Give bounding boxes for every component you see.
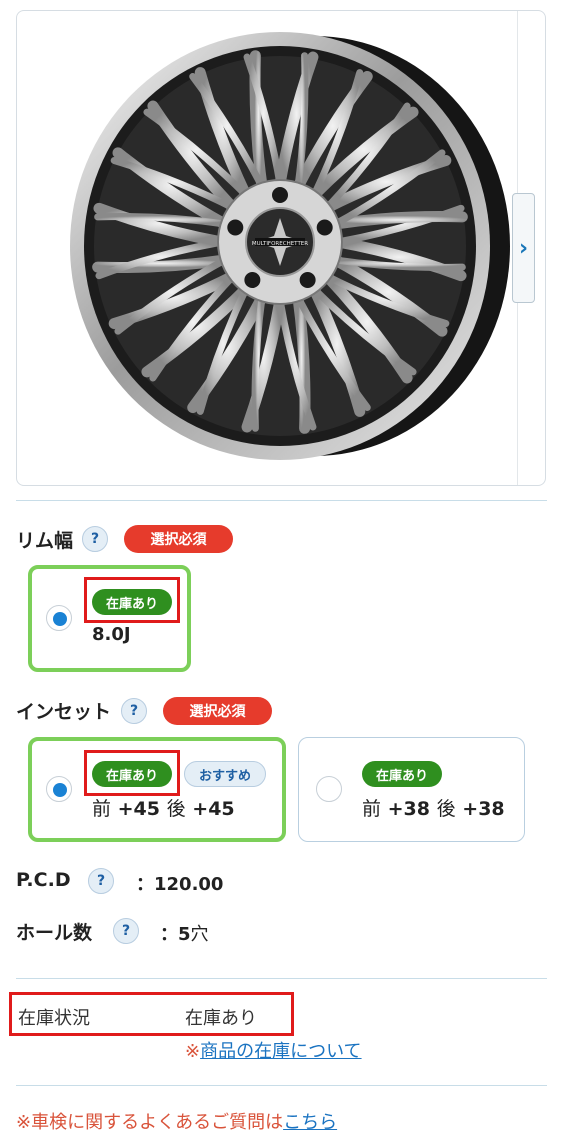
rim-width-label: リム幅 <box>16 530 74 552</box>
stock-badge: 在庫あり <box>362 761 442 787</box>
lug-hole <box>227 219 244 236</box>
stock-info-link[interactable]: 商品の在庫について <box>200 1041 361 1062</box>
inset-help-icon[interactable]: ? <box>121 698 147 724</box>
inset-radio-45[interactable] <box>46 776 72 802</box>
faq-text: ※車検に関するよくあるご質問は <box>16 1112 284 1133</box>
rim-width-value: 8.0J <box>92 624 131 645</box>
note-prefix: ※ <box>185 1041 201 1062</box>
required-badge: 選択必須 <box>163 697 272 725</box>
pcd-help-icon[interactable]: ? <box>88 868 114 894</box>
recommend-badge: おすすめ <box>184 761 266 787</box>
holes-label: ホール数 <box>16 922 93 944</box>
pcd-separator: ： <box>136 874 154 895</box>
required-badge: 選択必須 <box>124 525 233 553</box>
holes-number: 5 <box>178 924 191 945</box>
divider <box>16 1085 547 1086</box>
gallery-next-button[interactable]: › <box>512 193 535 303</box>
rear-value: +45 <box>192 798 235 820</box>
divider <box>16 978 547 979</box>
faq-link[interactable]: こちら <box>283 1112 337 1133</box>
wheel-product-image[interactable]: MULTIFORECHETTER <box>52 20 522 480</box>
stock-badge: 在庫あり <box>92 589 172 615</box>
stock-note: ※商品の在庫について <box>185 1037 362 1063</box>
holes-help-icon[interactable]: ? <box>113 918 139 944</box>
inset-value-38: 前 +38 後 +38 <box>362 794 505 821</box>
holes-separator: ： <box>160 924 178 945</box>
divider <box>16 500 547 501</box>
inset-radio-38[interactable] <box>316 776 342 802</box>
front-label: 前 <box>92 798 112 820</box>
stock-status-value: 在庫あり <box>185 1008 257 1029</box>
rear-value: +38 <box>462 798 505 820</box>
lug-hole <box>244 272 261 289</box>
holes-value: ：5穴 <box>160 920 209 946</box>
pcd-value: ：120.00 <box>136 870 223 896</box>
rim-width-help-icon[interactable]: ? <box>82 526 108 552</box>
lug-hole <box>299 272 316 289</box>
holes-unit: 穴 <box>190 924 209 945</box>
chevron-right-icon: › <box>518 235 529 261</box>
rear-label: 後 <box>436 798 456 820</box>
front-value: +45 <box>117 798 161 820</box>
inset-label: インセット <box>16 701 112 723</box>
inset-value-45: 前 +45 後 +45 <box>92 794 235 821</box>
front-value: +38 <box>387 798 431 820</box>
stock-badge: 在庫あり <box>92 761 172 787</box>
rear-label: 後 <box>166 798 186 820</box>
pcd-label: P.C.D <box>16 869 71 891</box>
stock-status-label: 在庫状況 <box>18 1008 90 1029</box>
lug-hole <box>316 219 333 236</box>
lug-hole <box>272 187 288 203</box>
pcd-number: 120.00 <box>154 874 224 895</box>
wheel-logo-text: MULTIFORECHETTER <box>252 241 308 247</box>
front-label: 前 <box>362 798 382 820</box>
faq-note: ※車検に関するよくあるご質問はこちら <box>16 1108 337 1134</box>
rim-width-radio[interactable] <box>46 605 72 631</box>
